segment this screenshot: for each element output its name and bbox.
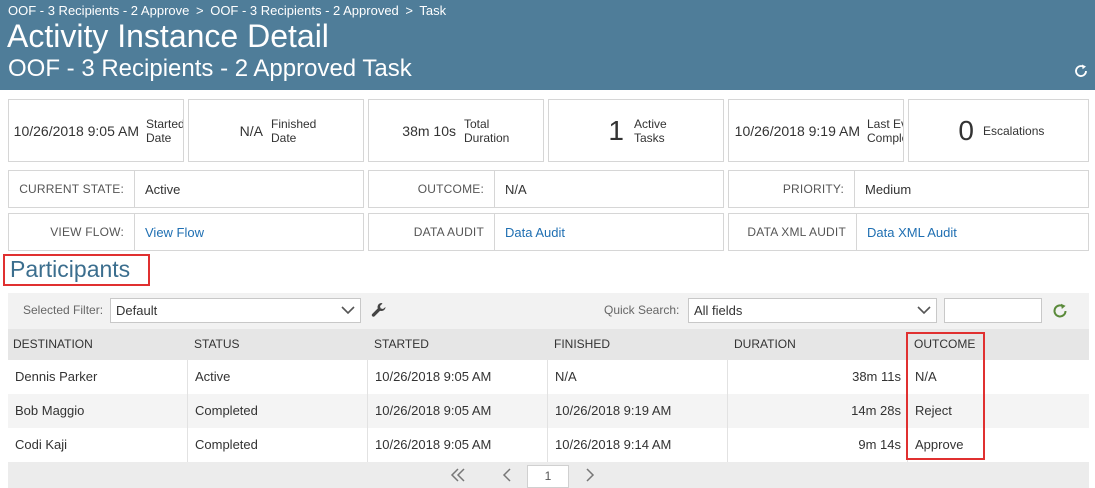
cell-started: 10/26/2018 9:05 AM [368,360,548,394]
prop-current-state: CURRENT STATE: Active [8,170,364,208]
prop-data-xml-audit: DATA XML AUDIT Data XML Audit [728,213,1089,251]
stat-started-date: 10/26/2018 9:05 AM Started Date [8,99,184,162]
stat-value: 1 [608,114,624,146]
quick-search-input[interactable] [944,298,1042,323]
stat-value: 10/26/2018 9:05 AM [13,122,139,139]
prop-key: PRIORITY: [729,171,855,207]
prop-key: CURRENT STATE: [9,171,135,207]
next-page-icon[interactable] [581,466,599,484]
cell-finished: 10/26/2018 9:14 AM [548,428,728,462]
cell-status: Completed [188,428,368,462]
prop-key: VIEW FLOW: [9,214,135,250]
cell-started: 10/26/2018 9:05 AM [368,394,548,428]
breadcrumb: OOF - 3 Recipients - 2 Approve > OOF - 3… [8,3,446,18]
stat-value: 0 [958,114,974,146]
stat-label: Active Tasks [634,116,667,145]
cell-status: Completed [188,394,368,428]
stat-label: Started Date [146,116,184,145]
cell-started: 10/26/2018 9:05 AM [368,428,548,462]
breadcrumb-current: Task [419,3,447,18]
wrench-icon[interactable] [370,301,388,319]
cell-finished: 10/26/2018 9:19 AM [548,394,728,428]
refresh-icon[interactable] [1073,63,1089,79]
chevron-down-icon [917,306,931,315]
stat-value: 38m 10s [402,122,456,139]
stat-value: 10/26/2018 9:19 AM [734,122,860,139]
view-flow-link[interactable]: View Flow [135,214,204,250]
stat-finished-date: N/A Finished Date [188,99,364,162]
prop-priority: PRIORITY: Medium [728,170,1089,208]
prop-value: Active [145,181,181,197]
prop-data-audit: DATA AUDIT Data Audit [368,213,724,251]
column-header-status[interactable]: STATUS [189,329,369,360]
page-subtitle: OOF - 3 Recipients - 2 Approved Task [8,55,412,82]
cell-destination: Bob Maggio [8,394,188,428]
stat-active-tasks: 1 Active Tasks [548,99,724,162]
breadcrumb-separator: > [405,3,414,18]
breadcrumb-item[interactable]: OOF - 3 Recipients - 2 Approve [8,3,189,18]
cell-duration: 38m 11s [728,360,908,394]
column-header-duration[interactable]: DURATION [729,329,909,360]
breadcrumb-separator: > [195,3,204,18]
stat-total-duration: 38m 10s Total Duration [368,99,544,162]
column-header-finished[interactable]: FINISHED [549,329,729,360]
quick-search-scope-value: All fields [694,303,743,318]
prop-value: Medium [865,181,912,197]
first-page-icon[interactable] [449,466,467,484]
prop-key: DATA AUDIT [369,214,495,250]
cell-outcome: Approve [915,437,964,452]
previous-page-icon[interactable] [498,466,516,484]
stat-value: N/A [239,122,263,139]
quick-search-label: Quick Search: [604,303,680,317]
page-number-input[interactable]: 1 [527,465,569,488]
cell-finished: N/A [548,360,728,394]
cell-outcome: Reject [915,403,952,418]
prop-key: DATA XML AUDIT [729,214,857,250]
column-header-destination[interactable]: DESTINATION [8,329,188,360]
prop-key: OUTCOME: [369,171,495,207]
data-xml-audit-link[interactable]: Data XML Audit [857,214,957,250]
quick-search-scope-dropdown[interactable]: All fields [688,298,937,323]
stat-label: Escalations [983,123,1045,138]
cell-status: Active [188,360,368,394]
stat-label: Finished Date [271,116,317,145]
stat-label: Last EvComple [867,116,904,145]
pager: 1 [8,462,1089,488]
stat-label: Total Duration [464,116,510,145]
prop-outcome: OUTCOME: N/A [368,170,724,208]
table-row[interactable]: Dennis Parker Active 10/26/2018 9:05 AM … [8,360,1089,394]
table-header: DESTINATION STATUS STARTED FINISHED DURA… [8,329,1089,360]
chevron-down-icon [341,306,355,315]
page-title: Activity Instance Detail [7,18,329,54]
prop-value: N/A [505,181,527,197]
selected-filter-value: Default [116,303,158,318]
cell-duration: 14m 28s [728,394,908,428]
table-row[interactable]: Bob Maggio Completed 10/26/2018 9:05 AM … [8,394,1089,428]
breadcrumb-item[interactable]: OOF - 3 Recipients - 2 Approved [210,3,399,18]
column-header-started[interactable]: STARTED [369,329,549,360]
cell-destination: Dennis Parker [8,360,188,394]
selected-filter-label: Selected Filter: [23,303,104,317]
stat-escalations: 0 Escalations [908,99,1089,162]
stat-last-event: 10/26/2018 9:19 AM Last EvComple [728,99,904,162]
filter-bar: Selected Filter: Default Quick Search: A… [8,293,1089,329]
participants-heading: Participants [3,254,150,286]
table-row[interactable]: Codi Kaji Completed 10/26/2018 9:05 AM 1… [8,428,1089,462]
page-header: OOF - 3 Recipients - 2 Approve > OOF - 3… [0,0,1095,90]
cell-duration: 9m 14s [728,428,908,462]
prop-view-flow: VIEW FLOW: View Flow [8,213,364,251]
column-header-outcome[interactable]: OUTCOME [909,329,1089,360]
selected-filter-dropdown[interactable]: Default [110,298,361,323]
cell-outcome: N/A [915,369,937,384]
refresh-icon[interactable] [1051,302,1069,320]
cell-destination: Codi Kaji [8,428,188,462]
data-audit-link[interactable]: Data Audit [495,214,565,250]
